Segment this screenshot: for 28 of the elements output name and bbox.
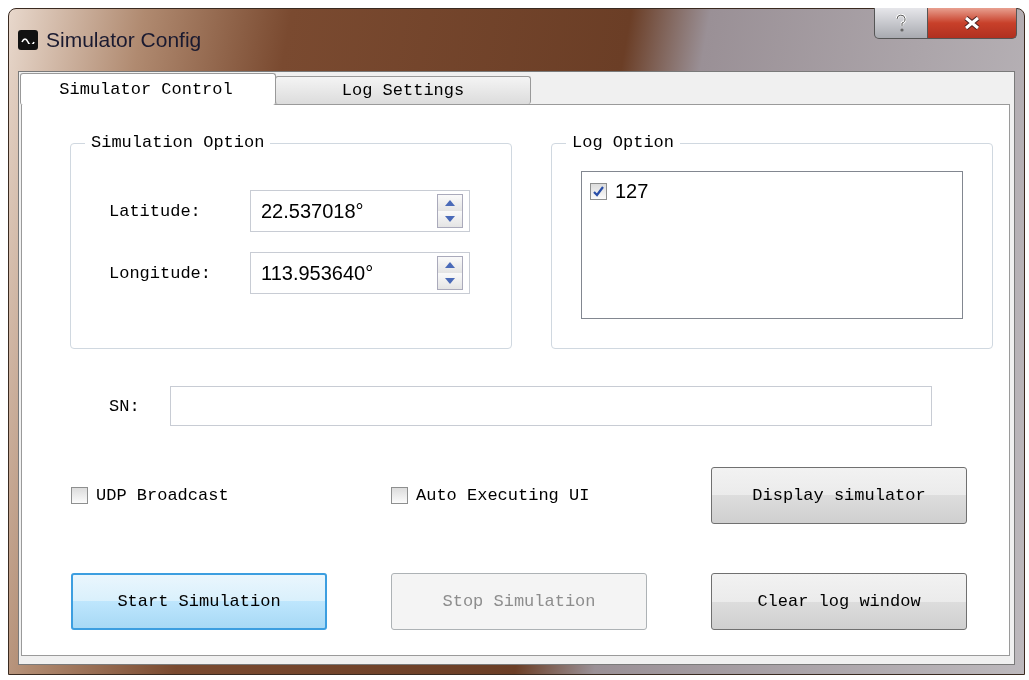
group-title: Simulation Option <box>85 133 271 152</box>
push-button[interactable]: Clear log window <box>711 573 967 630</box>
spin-buttons[interactable] <box>437 194 463 228</box>
push-button[interactable]: Display simulator <box>711 467 967 524</box>
help-button[interactable] <box>874 8 928 39</box>
push-button[interactable]: Start Simulation <box>71 573 327 630</box>
check-icon <box>592 185 605 198</box>
field-label: SN: <box>109 396 141 416</box>
window-title: Simulator Config <box>46 28 202 52</box>
spin-field[interactable]: 22.537018° <box>250 190 470 232</box>
app-logo-icon <box>18 30 38 50</box>
close-icon <box>963 16 981 30</box>
group-title: Log Option <box>566 133 681 152</box>
tab[interactable]: Log Settings <box>275 76 531 104</box>
spin-buttons[interactable] <box>437 256 463 290</box>
checkbox-label: Auto Executing UI <box>416 486 590 505</box>
checkbox[interactable] <box>71 487 88 504</box>
checkbox[interactable] <box>391 487 408 504</box>
field-label: Longitude: <box>109 263 213 283</box>
field-label: Latitude: <box>109 201 202 221</box>
checkbox-label: 127 <box>615 180 649 203</box>
close-button[interactable] <box>928 8 1017 39</box>
sn-field[interactable] <box>170 386 932 426</box>
spin-field[interactable]: 113.953640° <box>250 252 470 294</box>
checkbox[interactable] <box>590 183 607 200</box>
checkbox-label: UDP Broadcast <box>96 486 229 505</box>
help-icon <box>894 14 908 32</box>
tab[interactable]: Simulator Control <box>20 73 276 105</box>
